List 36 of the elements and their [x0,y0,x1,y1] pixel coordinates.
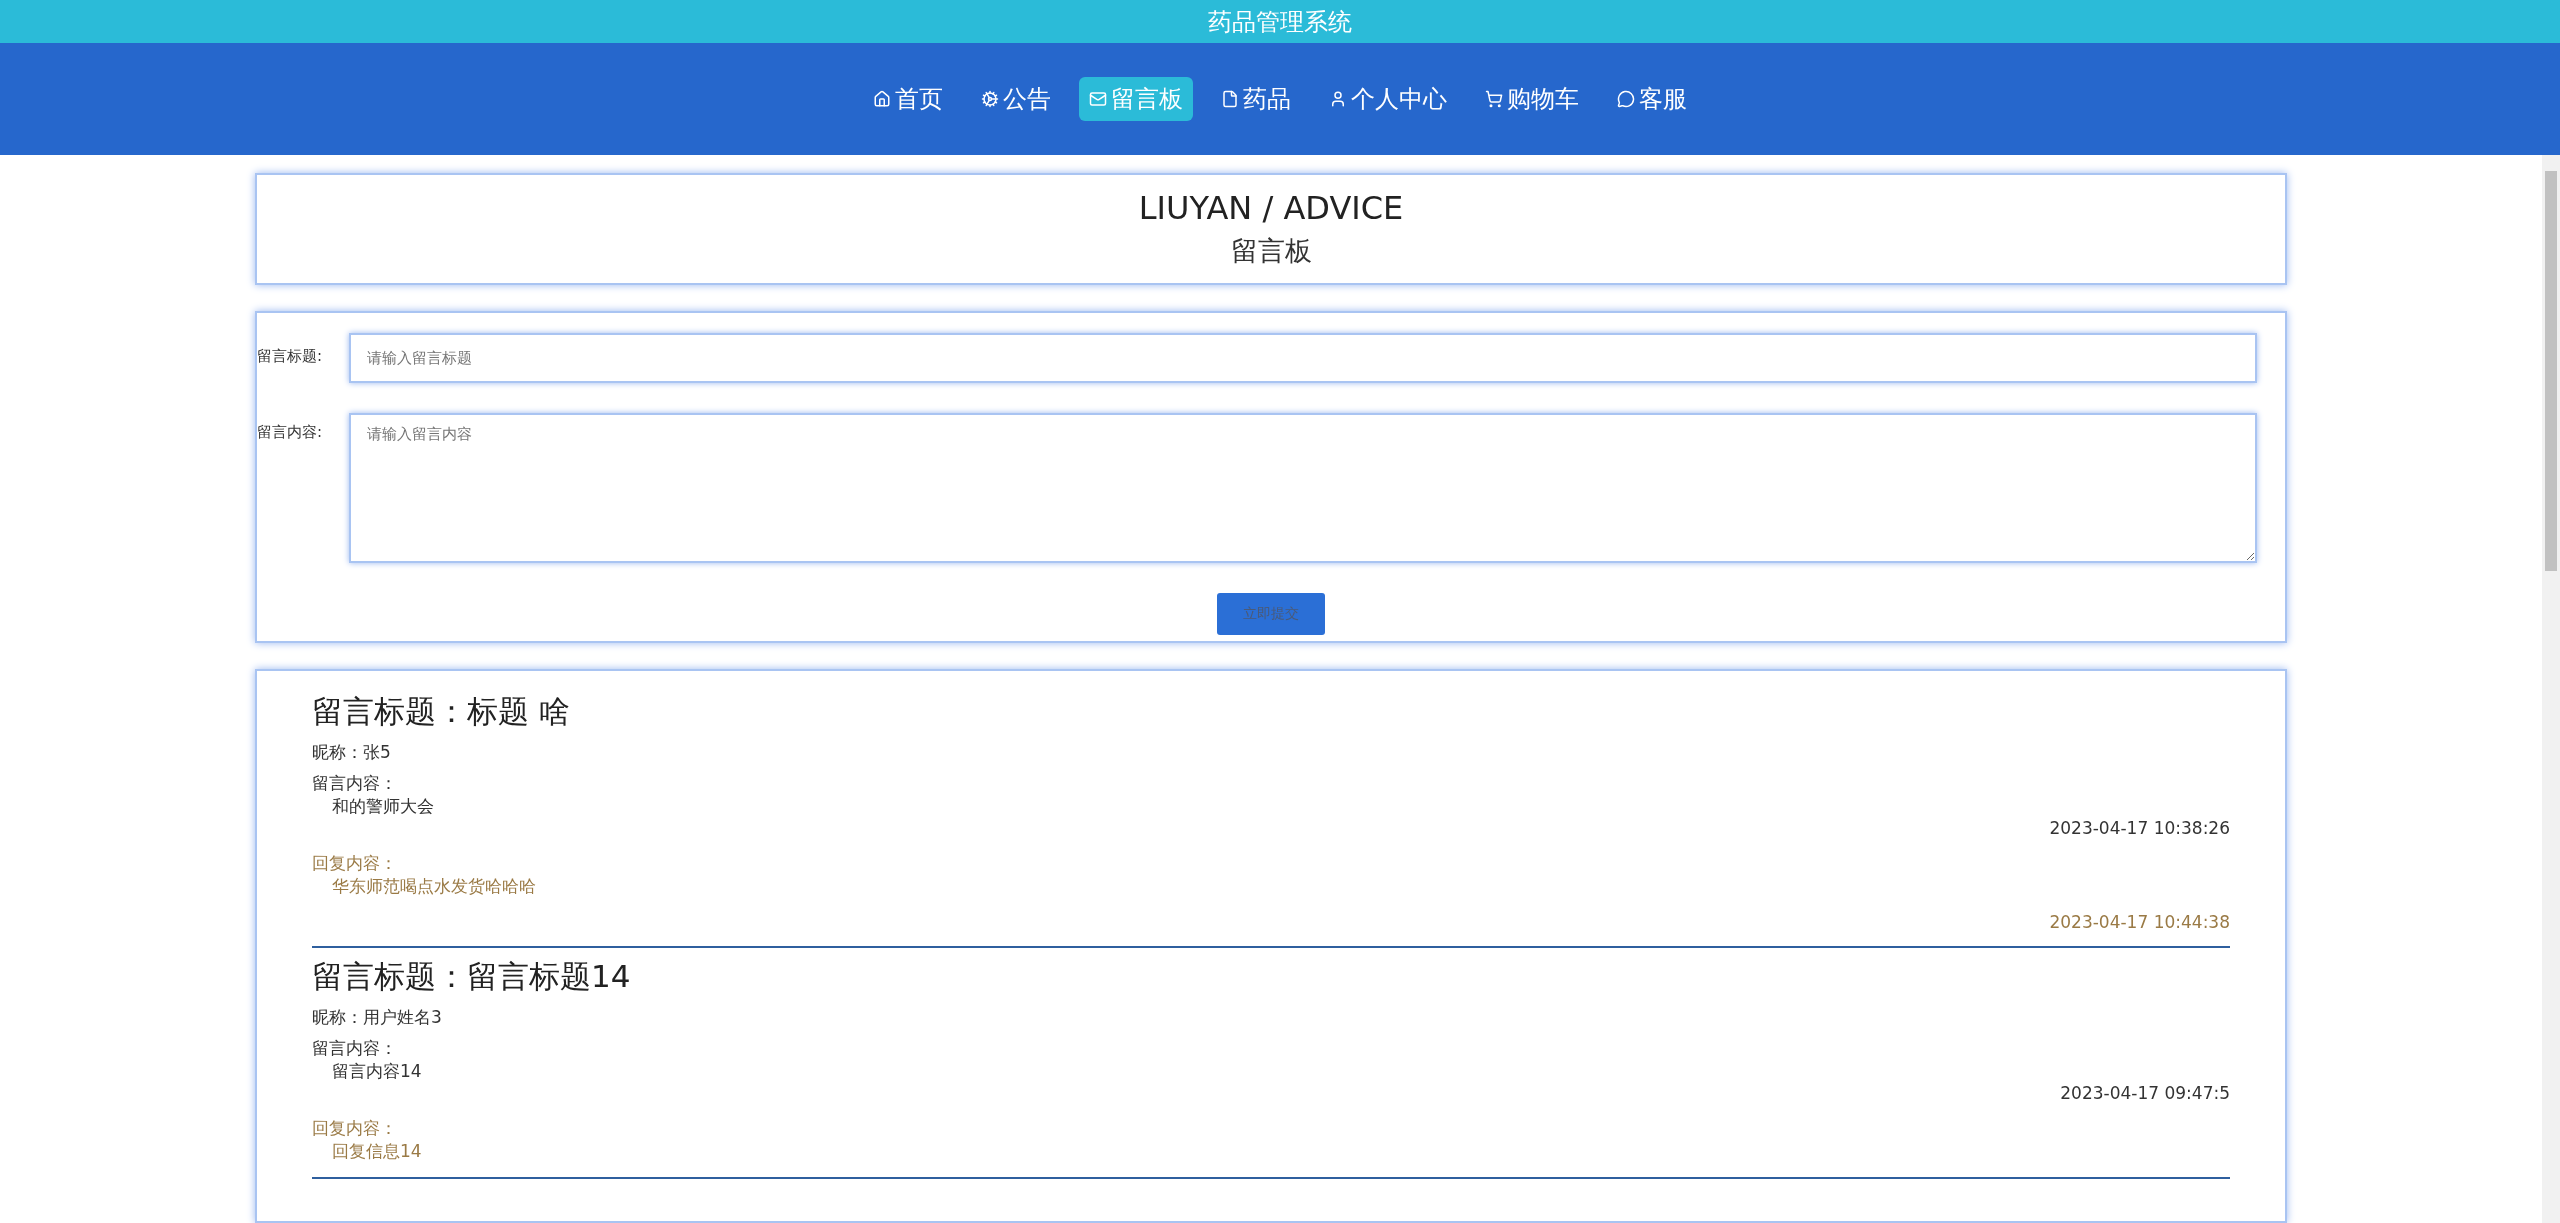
content-label: 留言内容： [312,772,397,795]
user-icon [1329,90,1347,108]
nav-link[interactable]: 客服 [1607,77,1697,121]
cart-icon [1485,90,1503,108]
message-title: 留言标题：留言标题14 [312,957,632,996]
message-content: 留言内容14 [331,1060,422,1083]
nickname: 昵称：张5 [312,741,391,764]
page-title: LIUYAN / ADVICE [1138,189,1404,227]
reply-time: 2023-04-17 10:44:38 [2049,912,2230,932]
message-time: 2023-04-17 10:38:26 [2049,818,2230,838]
home-icon [873,90,891,108]
chat-icon [1617,90,1635,108]
site-title: 药品管理系统 [1208,6,1352,38]
nav-link[interactable]: 购物车 [1475,77,1589,121]
reply-content: 回复信息14 [331,1140,422,1163]
nav-link[interactable]: 首页 [863,77,953,121]
content-textarea[interactable]: 请输入留言内容 [349,413,2257,563]
nav-link[interactable]: 个人中心 [1319,77,1457,121]
field-label: 留言内容: [257,422,324,442]
mail-icon [1089,90,1107,108]
message-content: 和的警师大会 [331,795,434,818]
message-time: 2023-04-17 09:47:5 [2060,1083,2230,1103]
field-label: 留言标题: [257,346,324,366]
reply-label: 回复内容： [312,1117,397,1140]
content-label: 留言内容： [312,1037,397,1060]
message-title: 留言标题：标题 啥 [312,692,571,731]
scrollbar[interactable] [2542,155,2560,1223]
nav-link[interactable]: 公告 [971,77,1061,121]
nav-link[interactable]: 药品 [1211,77,1301,121]
page-subtitle: 留言板 [1230,234,1312,268]
nickname: 昵称：用户姓名3 [312,1006,442,1029]
file-icon [1221,90,1239,108]
title-input[interactable]: 请输入留言标题 [349,333,2257,383]
reply-label: 回复内容： [312,852,397,875]
reply-content: 华东师范喝点水发货哈哈哈 [331,875,536,898]
gear-icon [981,90,999,108]
